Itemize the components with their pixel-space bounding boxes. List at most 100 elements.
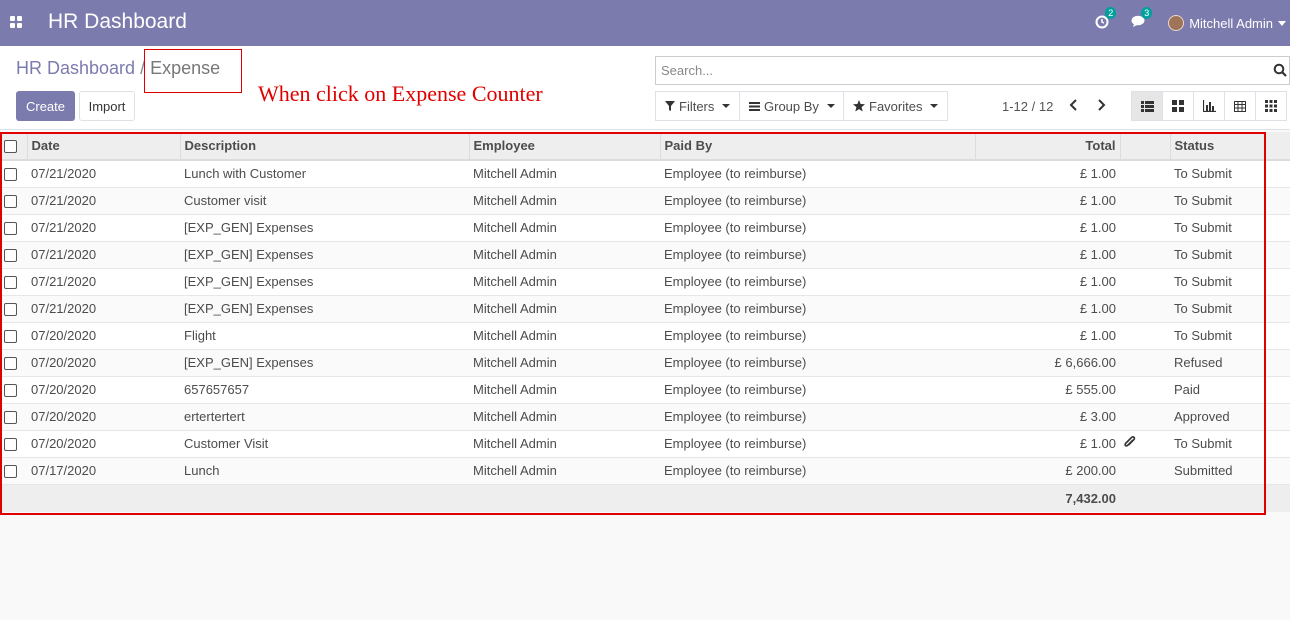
breadcrumb-parent[interactable]: HR Dashboard [16,58,135,79]
table-row[interactable]: 07/20/2020 [EXP_GEN] Expenses Mitchell Adm… [0,349,1290,377]
chevron-right-icon[interactable] [1093,97,1109,113]
filter-icon [665,101,675,111]
search-bar [655,56,1290,85]
cell-status: To Submit [1170,187,1290,215]
cell-total: £ 1.00 [975,187,1120,215]
messages-count-badge: 3 [1141,7,1153,19]
column-header-paid-by[interactable]: Paid By [659,132,975,161]
footer-cell [469,483,660,512]
table-row[interactable]: 07/21/2020 Lunch with Customer Mitchell Ad… [0,160,1290,188]
favorites-dropdown[interactable]: Favorites [843,91,949,121]
select-all-checkbox[interactable] [4,140,17,154]
cell-status: Submitted [1170,457,1290,485]
table-row[interactable]: 07/21/2020 [EXP_GEN] Expenses Mitchell Adm… [0,214,1290,242]
search-icon[interactable] [1273,63,1287,77]
cell-description: Customer visit [180,187,469,215]
row-checkbox[interactable] [4,357,17,371]
row-checkbox[interactable] [4,303,17,317]
cell-employee: Mitchell Admin [469,214,660,242]
cell-status: To Submit [1170,295,1290,323]
cell-employee: Mitchell Admin [469,376,660,404]
row-checkbox[interactable] [4,411,17,425]
row-select-cell [0,214,27,242]
column-header-status[interactable]: Status [1169,132,1290,161]
user-menu[interactable]: Mitchell Admin [1168,15,1286,31]
kanban-view-button[interactable] [1162,91,1194,121]
import-button[interactable]: Import [79,91,135,121]
filters-dropdown[interactable]: Filters [655,91,741,121]
cell-date: 07/20/2020 [27,322,180,350]
select-all-header [0,132,27,161]
table-row[interactable]: 07/21/2020 [EXP_GEN] Expenses Mitchell Adm… [0,241,1290,269]
table-footer-row: 7,432.00 [0,483,1290,512]
table-row[interactable]: 07/17/2020 Lunch Mitchell Admin Employee (t… [0,457,1290,485]
cell-total: £ 555.00 [975,376,1120,404]
cell-paid-by: Employee (to reimburse) [660,295,975,323]
table-icon [1234,100,1246,112]
cell-employee: Mitchell Admin [469,349,660,377]
column-header-description[interactable]: Description [179,132,469,161]
cell-employee: Mitchell Admin [469,403,660,431]
column-header-total[interactable]: Total [974,132,1120,161]
graph-view-button[interactable] [1193,91,1225,121]
group-by-dropdown[interactable]: Group By [739,91,845,121]
row-select-cell [0,322,27,350]
row-checkbox[interactable] [4,438,17,452]
table-row[interactable]: 07/20/2020 657657657 Mitchell Admin Employe… [0,376,1290,404]
cell-status: Refused [1170,349,1290,377]
cell-date: 07/21/2020 [27,241,180,269]
table-row[interactable]: 07/20/2020 Customer Visit Mitchell Admin Em… [0,430,1290,458]
table-body: 07/21/2020 Lunch with Customer Mitchell Ad… [0,160,1290,485]
table-row[interactable]: 07/21/2020 Customer visit Mitchell Admin Em… [0,187,1290,215]
row-select-cell [0,403,27,431]
create-button[interactable]: Create [16,91,75,121]
column-header-date[interactable]: Date [26,132,180,161]
chevron-left-icon[interactable] [1066,97,1082,113]
column-header-employee[interactable]: Employee [468,132,660,161]
cell-date: 07/20/2020 [27,430,180,458]
cell-description: [EXP_GEN] Expenses [180,241,469,269]
row-checkbox[interactable] [4,249,17,263]
row-checkbox[interactable] [4,384,17,398]
row-checkbox[interactable] [4,276,17,290]
cell-attachment [1120,457,1170,485]
cell-paid-by: Employee (to reimburse) [660,268,975,296]
cell-status: To Submit [1170,214,1290,242]
row-checkbox[interactable] [4,222,17,236]
cell-date: 07/21/2020 [27,268,180,296]
apps-menu-icon[interactable] [10,16,22,28]
list-icon [1140,100,1154,112]
row-checkbox[interactable] [4,168,17,182]
activity-menu[interactable]: 2 [1095,6,1117,32]
chevron-down-icon [826,104,835,108]
row-checkbox[interactable] [4,195,17,209]
user-name: Mitchell Admin [1189,15,1273,31]
row-checkbox[interactable] [4,330,17,344]
table-row[interactable]: 07/21/2020 [EXP_GEN] Expenses Mitchell Adm… [0,268,1290,296]
cell-paid-by: Employee (to reimburse) [660,457,975,485]
cell-status: Paid [1170,376,1290,404]
activity-count-badge: 2 [1105,6,1117,19]
table-row[interactable]: 07/21/2020 [EXP_GEN] Expenses Mitchell Adm… [0,295,1290,323]
row-checkbox[interactable] [4,465,17,479]
cell-date: 07/21/2020 [27,214,180,242]
top-navbar: HR Dashboard 2 3 Mitchell Admin [0,0,1290,46]
list-view-button[interactable] [1131,91,1163,121]
cell-attachment [1120,322,1170,350]
table-row[interactable]: 07/20/2020 ertertertert Mitchell Admin Empl… [0,403,1290,431]
cell-attachment [1120,214,1170,242]
filters-label: Filters [679,98,715,114]
grid-view-button[interactable] [1255,91,1287,121]
table-row[interactable]: 07/20/2020 Flight Mitchell Admin Employee (… [0,322,1290,350]
pivot-view-button[interactable] [1224,91,1256,121]
messages-menu[interactable]: 3 [1131,7,1153,31]
cell-employee: Mitchell Admin [469,241,660,269]
row-select-cell [0,187,27,215]
pager-value[interactable]: 1-12 / 12 [1002,99,1053,114]
control-panel: HR Dashboard / Expense When click on Exp… [0,46,1290,130]
cell-attachment [1120,403,1170,431]
search-input[interactable] [656,57,1256,84]
paperclip-icon[interactable] [1124,435,1136,449]
cell-total: £ 6,666.00 [975,349,1120,377]
app-title[interactable]: HR Dashboard [48,10,187,34]
